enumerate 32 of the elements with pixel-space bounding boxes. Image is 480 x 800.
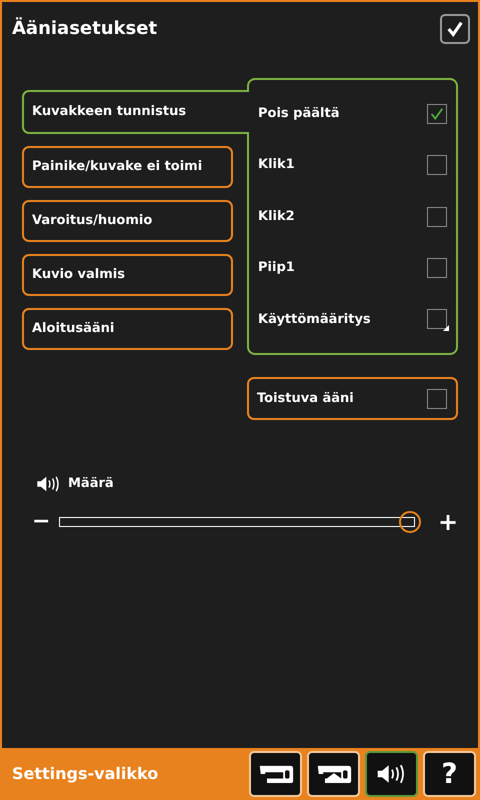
sound-settings-button[interactable]	[365, 751, 418, 797]
sound-option-label: Piip1	[258, 259, 295, 278]
sound-option-label: Klik1	[258, 156, 295, 174]
checkmark-icon	[446, 20, 464, 38]
event-tab[interactable]: Kuvakkeen tunnistus	[22, 90, 249, 134]
window-title: Ääniasetukset	[12, 16, 158, 41]
volume-decrease-button[interactable]: −	[32, 505, 50, 538]
repeat-sound-option[interactable]: Toistuva ääni	[247, 377, 458, 420]
help-button[interactable]: ?	[423, 751, 476, 797]
bottom-bar-title: Settings-valikko	[12, 763, 158, 785]
sewing-machine-icon	[258, 763, 294, 785]
sewing-settings-button[interactable]	[249, 751, 302, 797]
checkbox[interactable]	[427, 155, 447, 176]
slider-thumb[interactable]	[399, 510, 422, 532]
sound-option-label: Klik2	[258, 208, 295, 226]
volume-increase-button[interactable]: +	[438, 504, 458, 540]
confirm-button[interactable]	[440, 14, 470, 44]
embroidery-settings-button[interactable]	[307, 751, 360, 797]
sound-option-label: Käyttömääritys	[258, 310, 371, 329]
repeat-sound-label: Toistuva ääni	[257, 390, 354, 408]
checkbox[interactable]	[427, 206, 447, 227]
event-tab[interactable]: Varoitus/huomio	[22, 200, 233, 242]
sound-option-label: Pois päältä	[258, 104, 340, 123]
event-tab[interactable]: Kuvio valmis	[22, 254, 233, 296]
checkbox[interactable]	[427, 388, 447, 408]
event-tab[interactable]: Painike/kuvake ei toimi	[22, 146, 233, 188]
volume-label: Määrä	[68, 475, 114, 493]
embroidery-machine-icon	[316, 763, 352, 785]
checkbox[interactable]	[427, 258, 447, 278]
checkbox[interactable]	[427, 309, 447, 330]
checkbox[interactable]	[427, 104, 447, 124]
event-tab[interactable]: Aloitusääni	[22, 308, 233, 350]
